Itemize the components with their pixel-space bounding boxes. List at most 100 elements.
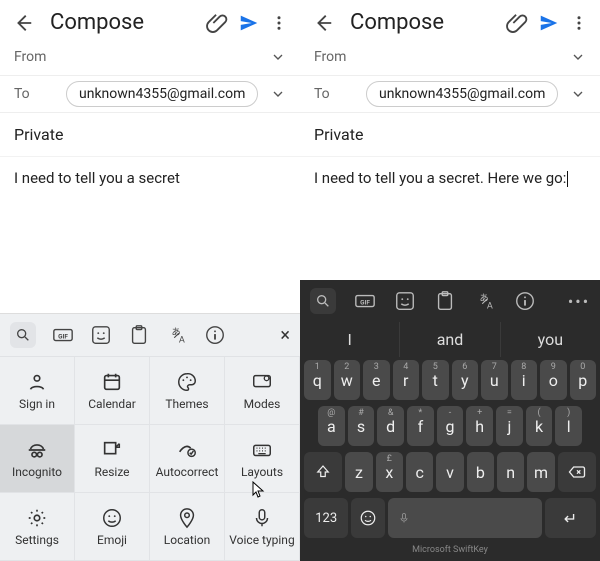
key-m[interactable]: m	[527, 452, 554, 492]
keyboard-settings-grid: Sign inCalendarThemesModes IncognitoResiz…	[0, 357, 300, 561]
gear-icon	[26, 507, 48, 529]
emoji-key[interactable]	[351, 498, 385, 538]
send-icon[interactable]	[538, 12, 560, 34]
key-rows: 1q2w3e4r5t6y7u8i9o0p @a#s&d*f-g+h=j(k)l z£…	[300, 357, 600, 495]
key-f[interactable]: *f	[407, 406, 434, 446]
key-i[interactable]: 8i	[511, 360, 538, 400]
body-field[interactable]: I need to tell you a secret	[0, 157, 300, 313]
from-row[interactable]: From	[300, 39, 600, 76]
key-j[interactable]: =j	[496, 406, 523, 446]
chevron-down-icon[interactable]	[570, 86, 586, 102]
kb-option-themes[interactable]: Themes	[150, 357, 225, 425]
more-icon[interactable]: •••	[568, 290, 590, 312]
key-y[interactable]: 6y	[452, 360, 479, 400]
close-icon[interactable]: ×	[280, 325, 290, 346]
clipboard-icon[interactable]	[128, 324, 150, 346]
key-p[interactable]: 0p	[570, 360, 597, 400]
key-h[interactable]: +h	[466, 406, 493, 446]
key-n[interactable]: n	[497, 452, 524, 492]
key-l[interactable]: )l	[555, 406, 582, 446]
translate-icon[interactable]	[474, 290, 496, 312]
kb-option-calendar[interactable]: Calendar	[75, 357, 150, 425]
key-v[interactable]: v	[436, 452, 463, 492]
resize-icon	[101, 439, 123, 461]
more-icon[interactable]	[570, 12, 588, 34]
kb-option-voice-typing[interactable]: Voice typing	[225, 493, 300, 561]
keyboard-icon	[251, 439, 273, 461]
shift-key[interactable]	[304, 452, 342, 492]
kb-option-location[interactable]: Location	[150, 493, 225, 561]
key-c[interactable]: c	[406, 452, 433, 492]
attach-icon[interactable]	[206, 12, 228, 34]
key-g[interactable]: -g	[437, 406, 464, 446]
key-s[interactable]: #s	[348, 406, 375, 446]
send-icon[interactable]	[238, 12, 260, 34]
key-r[interactable]: 4r	[393, 360, 420, 400]
key-w[interactable]: 2w	[334, 360, 361, 400]
kb-option-sign-in[interactable]: Sign in	[0, 357, 75, 425]
kb-option-settings[interactable]: Settings	[0, 493, 75, 561]
translate-icon[interactable]	[166, 324, 188, 346]
backspace-key[interactable]	[558, 452, 596, 492]
attach-icon[interactable]	[506, 12, 528, 34]
key-z[interactable]: z	[345, 452, 372, 492]
gif-icon[interactable]	[354, 290, 376, 312]
key-u[interactable]: 7u	[481, 360, 508, 400]
palette-icon	[176, 371, 198, 393]
enter-key[interactable]: ↵	[545, 498, 596, 538]
calendar-icon	[101, 371, 123, 393]
kb-option-autocorrect[interactable]: Autocorrect	[150, 425, 225, 493]
incognito-icon	[26, 439, 48, 461]
key-a[interactable]: @a	[318, 406, 345, 446]
space-key[interactable]	[388, 498, 541, 538]
subject-field[interactable]: Private	[0, 113, 300, 157]
search-icon[interactable]	[10, 322, 36, 348]
kb-option-modes[interactable]: Modes	[225, 357, 300, 425]
mic-icon	[251, 507, 273, 529]
body-field[interactable]: I need to tell you a secret. Here we go:	[300, 157, 600, 280]
numeric-key[interactable]: 123	[304, 498, 348, 538]
to-row[interactable]: To unknown4355@gmail.com	[300, 76, 600, 113]
key-x[interactable]: £x	[376, 452, 403, 492]
info-icon[interactable]	[204, 324, 226, 346]
suggestion-bar: Iandyou	[300, 322, 600, 357]
from-label: From	[14, 49, 56, 65]
chevron-down-icon[interactable]	[270, 49, 286, 65]
info-icon[interactable]	[514, 290, 536, 312]
key-b[interactable]: b	[467, 452, 494, 492]
pin-icon	[176, 507, 198, 529]
keyboard-dark: ••• Iandyou 1q2w3e4r5t6y7u8i9o0p @a#s&d*f…	[300, 280, 600, 561]
kb-option-layouts[interactable]: Layouts	[225, 425, 300, 493]
chevron-down-icon[interactable]	[270, 86, 286, 102]
key-t[interactable]: 5t	[422, 360, 449, 400]
suggestion[interactable]: and	[400, 322, 500, 357]
compose-title: Compose	[350, 10, 496, 35]
recipient-chip[interactable]: unknown4355@gmail.com	[66, 81, 258, 107]
kb-option-resize[interactable]: Resize	[75, 425, 150, 493]
back-icon[interactable]	[12, 12, 34, 34]
kb-option-emoji[interactable]: Emoji	[75, 493, 150, 561]
sticker-icon[interactable]	[394, 290, 416, 312]
suggestion[interactable]: I	[300, 322, 400, 357]
more-icon[interactable]	[270, 12, 288, 34]
key-q[interactable]: 1q	[304, 360, 331, 400]
to-row[interactable]: To unknown4355@gmail.com	[0, 76, 300, 113]
modes-icon	[251, 371, 273, 393]
chevron-down-icon[interactable]	[570, 49, 586, 65]
kb-option-incognito[interactable]: Incognito	[0, 425, 75, 493]
right-pane: Compose From To unknown4355@gmail.com Pr…	[300, 0, 600, 561]
clipboard-icon[interactable]	[434, 290, 456, 312]
suggestion[interactable]: you	[501, 322, 600, 357]
subject-field[interactable]: Private	[300, 113, 600, 157]
key-k[interactable]: (k	[526, 406, 553, 446]
back-icon[interactable]	[312, 12, 334, 34]
recipient-chip[interactable]: unknown4355@gmail.com	[366, 81, 558, 107]
compose-title: Compose	[50, 10, 196, 35]
sticker-icon[interactable]	[90, 324, 112, 346]
key-e[interactable]: 3e	[363, 360, 390, 400]
key-o[interactable]: 9o	[540, 360, 567, 400]
gif-icon[interactable]	[52, 324, 74, 346]
key-d[interactable]: &d	[377, 406, 404, 446]
search-icon[interactable]	[310, 288, 336, 314]
from-row[interactable]: From	[0, 39, 300, 76]
